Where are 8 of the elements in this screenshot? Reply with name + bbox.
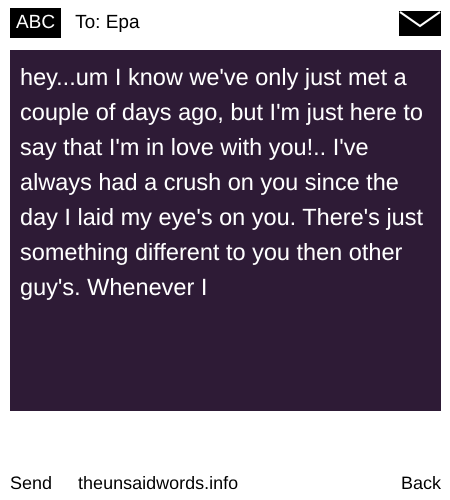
envelope-icon xyxy=(399,10,441,36)
website-label: theunsaidwords.info xyxy=(78,473,240,494)
message-text: hey...um I know we've only just met a couple of days ago, but I'm just here to say that I'm in love with you!.. I've always had a crush on you since the day I laid my eye's on you. There's just something different to you then other guy's. Whenever I xyxy=(20,63,424,302)
recipient-label: To: Epa xyxy=(75,12,141,34)
input-mode-badge: ABC xyxy=(10,8,62,38)
back-softkey[interactable]: Back xyxy=(400,473,441,494)
send-softkey[interactable]: Send xyxy=(10,473,52,494)
message-field[interactable] xyxy=(10,50,441,411)
